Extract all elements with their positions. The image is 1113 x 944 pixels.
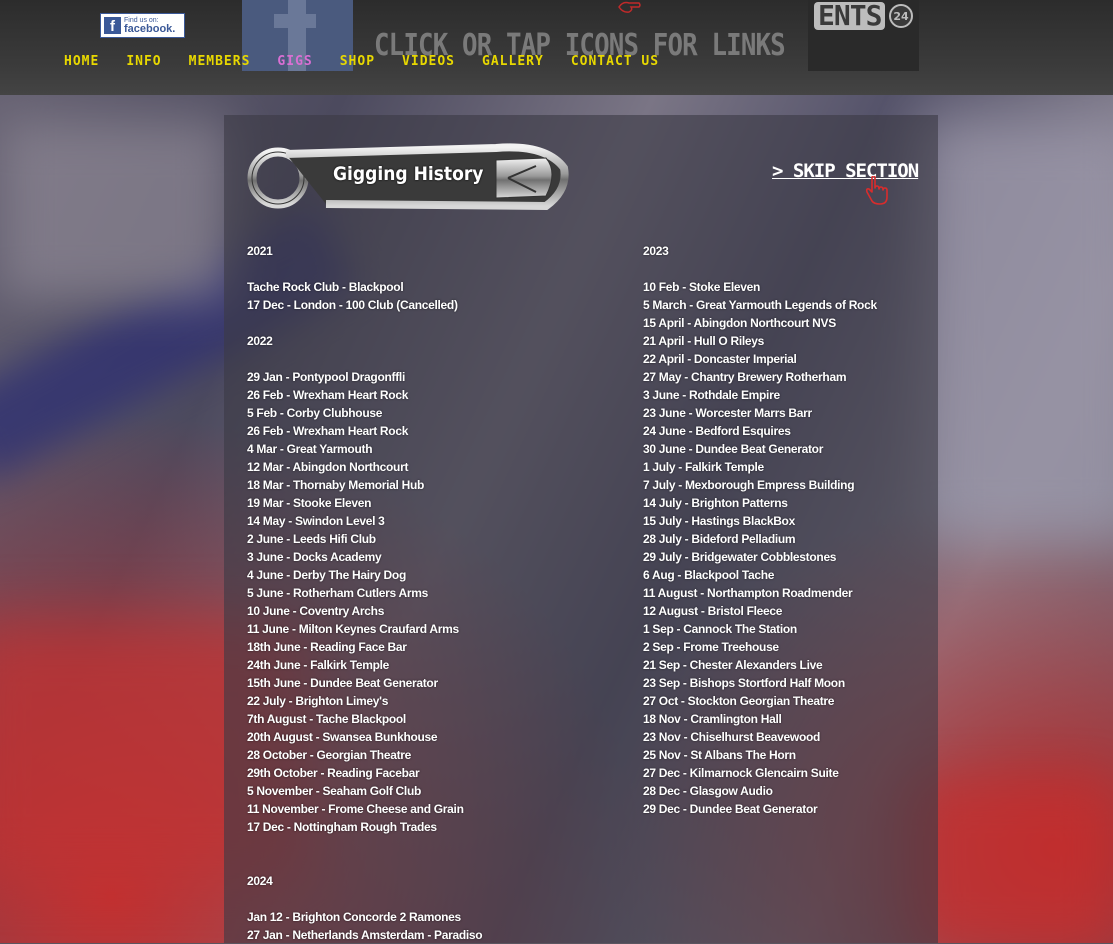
nav-home[interactable]: Home — [64, 54, 99, 69]
year-heading-2022: 2022 — [247, 334, 273, 348]
gig-entry: 24 June - Bedford Esquires — [643, 424, 791, 438]
gig-entry: 14 May - Swindon Level 3 — [247, 514, 385, 528]
gig-entry: 28 October - Georgian Theatre — [247, 748, 412, 762]
gig-entry: 5 March - Great Yarmouth Legends of Rock — [643, 298, 877, 312]
gig-entry: 19 Mar - Stooke Eleven — [247, 496, 372, 510]
gig-entry: 18th June - Reading Face Bar — [247, 640, 407, 654]
gig-entry: 29 Jan - Pontypool Dragonffli — [247, 370, 405, 384]
gig-entry: 15th June - Dundee Beat Generator — [247, 676, 438, 690]
gig-entry: 2 Sep - Frome Treehouse — [643, 640, 779, 654]
gig-entry: 27 Jan - Netherlands Amsterdam - Paradis… — [247, 928, 483, 942]
gig-entry: 20th August - Swansea Bunkhouse — [247, 730, 438, 744]
gig-list-2021: Tache Rock Club - Blackpool 17 Dec - Lond… — [247, 278, 482, 314]
ents24-link[interactable]: ENTS 24 — [808, 0, 919, 71]
nav-contact-us[interactable]: Contact Us — [571, 54, 659, 69]
gig-entry: 5 November - Seaham Golf Club — [247, 784, 422, 798]
gig-entry: 5 Feb - Corby Clubhouse — [247, 406, 383, 420]
gig-entry: 3 June - Docks Academy — [247, 550, 382, 564]
gig-entry: 29 July - Bridgewater Cobblestones — [643, 550, 837, 564]
gig-entry: 10 June - Coventry Archs — [247, 604, 385, 618]
skip-section-link[interactable]: > SKIP SECTION — [772, 160, 919, 182]
ents24-logo-number: 24 — [889, 4, 913, 28]
gig-entry: 2 June - Leeds Hifi Club — [247, 532, 376, 546]
gig-entry: 15 April - Abingdon Northcourt NVS — [643, 316, 836, 330]
ents24-logo-word: ENTS — [814, 2, 886, 30]
main-nav: Home Info Members Gigs Shop Videos Galle… — [64, 54, 686, 69]
nav-info[interactable]: Info — [126, 54, 161, 69]
gig-entry: 15 July - Hastings BlackBox — [643, 514, 795, 528]
nav-members[interactable]: Members — [189, 54, 251, 69]
gig-entry: 1 Sep - Cannock The Station — [643, 622, 797, 636]
gig-list-2024: Jan 12 - Brighton Concorde 2 Ramones 27 J… — [247, 908, 483, 944]
pointing-hand-icon — [618, 1, 641, 13]
gig-entry: 11 November - Frome Cheese and Grain — [247, 802, 464, 816]
gig-entry: 28 Dec - Glasgow Audio — [643, 784, 773, 798]
gig-entry: 27 Oct - Stockton Georgian Theatre — [643, 694, 835, 708]
gig-entry: 30 June - Dundee Beat Generator — [643, 442, 824, 456]
nav-videos[interactable]: Videos — [402, 54, 455, 69]
gig-entry: Tache Rock Club - Blackpool — [247, 280, 404, 294]
gig-entry: 14 July - Brighton Patterns — [643, 496, 788, 510]
year-heading-2024: 2024 — [247, 874, 273, 888]
gig-entry: 22 July - Brighton Limey's — [247, 694, 389, 708]
gig-history-right-column: 2023 10 Feb - Stoke Eleven 5 March - Grea… — [643, 242, 877, 818]
gig-entry: 26 Feb - Wrexham Heart Rock — [247, 424, 409, 438]
section-title: Gigging History — [333, 163, 484, 185]
gig-entry: 21 Sep - Chester Alexanders Live — [643, 658, 823, 672]
gig-list-2022: 29 Jan - Pontypool Dragonffli 26 Feb - Wr… — [247, 368, 482, 836]
gig-entry: 7 July - Mexborough Empress Building — [643, 478, 855, 492]
gig-entry: 10 Feb - Stoke Eleven — [643, 280, 761, 294]
gig-entry: 22 April - Doncaster Imperial — [643, 352, 797, 366]
gig-list-2023: 10 Feb - Stoke Eleven 5 March - Great Yar… — [643, 278, 877, 818]
gig-entry: 28 July - Bideford Pelladium — [643, 532, 796, 546]
pointer-hand-icon — [865, 176, 888, 205]
facebook-icon: f — [104, 17, 121, 34]
gig-entry: 26 Feb - Wrexham Heart Rock — [247, 388, 409, 402]
nav-gigs[interactable]: Gigs — [277, 54, 312, 69]
year-heading-2023: 2023 — [643, 244, 669, 258]
gig-entry: 18 Mar - Thornaby Memorial Hub — [247, 478, 425, 492]
gig-entry: Jan 12 - Brighton Concorde 2 Ramones — [247, 910, 461, 924]
gig-entry: 17 Dec - Nottingham Rough Trades — [247, 820, 437, 834]
facebook-badge-link[interactable]: f Find us on: facebook. — [100, 13, 185, 38]
gig-entry: 12 August - Bristol Fleece — [643, 604, 783, 618]
gig-entry: 11 August - Northampton Roadmender — [643, 586, 853, 600]
facebook-badge-line2: facebook. — [124, 22, 176, 35]
gig-entry: 27 Dec - Kilmarnock Glencairn Suite — [643, 766, 839, 780]
gig-entry: 4 June - Derby The Hairy Dog — [247, 568, 406, 582]
nav-gallery[interactable]: Gallery — [482, 54, 544, 69]
gig-entry: 27 May - Chantry Brewery Rotherham — [643, 370, 847, 384]
gig-entry: 25 Nov - St Albans The Horn — [643, 748, 796, 762]
gig-entry: 3 June - Rothdale Empire — [643, 388, 780, 402]
gig-entry: 7th August - Tache Blackpool — [247, 712, 406, 726]
gig-entry: 17 Dec - London - 100 Club (Cancelled) — [247, 298, 458, 312]
gig-entry: 24th June - Falkirk Temple — [247, 658, 390, 672]
gig-history-left-column: 2021 Tache Rock Club - Blackpool 17 Dec -… — [247, 242, 483, 944]
gig-entry: 12 Mar - Abingdon Northcourt — [247, 460, 409, 474]
gig-entry: 1 July - Falkirk Temple — [643, 460, 764, 474]
gig-entry: 23 Nov - Chiselhurst Beavewood — [643, 730, 821, 744]
gig-entry: 29 Dec - Dundee Beat Generator — [643, 802, 818, 816]
year-heading-2021: 2021 — [247, 244, 273, 258]
gig-entry: 5 June - Rotherham Cutlers Arms — [247, 586, 428, 600]
gig-entry: 21 April - Hull O Rileys — [643, 334, 765, 348]
gig-entry: 6 Aug - Blackpool Tache — [643, 568, 775, 582]
gig-entry: 23 June - Worcester Marrs Barr — [643, 406, 812, 420]
gig-entry: 23 Sep - Bishops Stortford Half Moon — [643, 676, 845, 690]
gig-entry: 11 June - Milton Keynes Craufard Arms — [247, 622, 459, 636]
nav-shop[interactable]: Shop — [340, 54, 375, 69]
gig-entry: 4 Mar - Great Yarmouth — [247, 442, 373, 456]
gig-entry: 29th October - Reading Facebar — [247, 766, 420, 780]
site-header: f Find us on: facebook. Click or tap ico… — [0, 0, 1113, 95]
gig-entry: 18 Nov - Cramlington Hall — [643, 712, 782, 726]
